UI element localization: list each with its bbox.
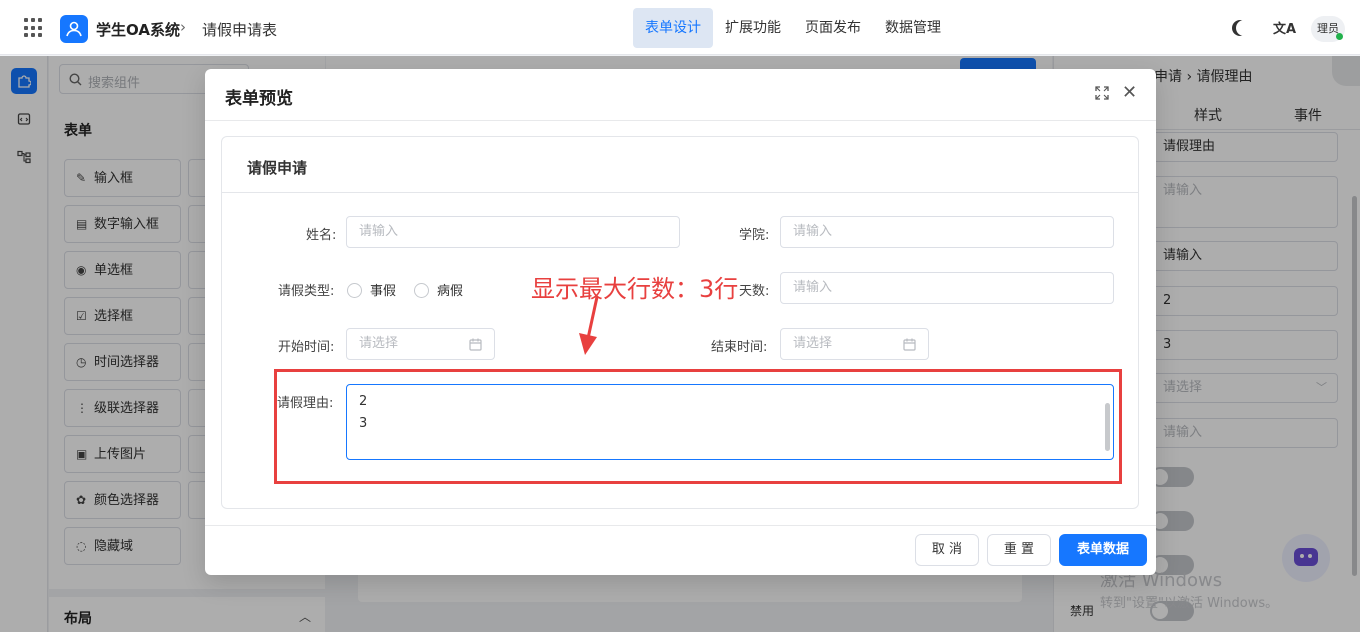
picker-placeholder: 请选择 xyxy=(359,336,399,351)
top-header: 学生OA系统 › 请假申请表 表单设计 扩展功能 页面发布 数据管理 文A 理员 xyxy=(0,0,1360,55)
textarea-line: 3 xyxy=(359,416,368,431)
radio-label: 病假 xyxy=(437,284,464,299)
calendar-icon xyxy=(469,338,482,351)
name-input[interactable]: 请输入 xyxy=(346,216,680,248)
radio-circle xyxy=(414,283,429,298)
nav-data-management[interactable]: 数据管理 xyxy=(873,8,953,48)
divider xyxy=(222,192,1138,193)
textarea-line: 2 xyxy=(359,394,368,409)
page-title: 请假申请表 xyxy=(202,21,278,39)
close-icon[interactable]: ✕ xyxy=(1122,82,1137,103)
apps-grid-icon[interactable] xyxy=(24,18,44,38)
label-name: 姓名: xyxy=(306,228,337,243)
leave-reason-textarea[interactable]: 2 3 xyxy=(346,384,1114,460)
label-leave-reason: 请假理由: xyxy=(277,396,334,411)
calendar-icon xyxy=(903,338,916,351)
radio-label: 事假 xyxy=(370,284,397,299)
radio-sick-leave[interactable]: 病假 xyxy=(414,280,463,299)
user-label: 理员 xyxy=(1317,22,1339,35)
breadcrumb-separator: › xyxy=(180,18,186,36)
nav-page-publish[interactable]: 页面发布 xyxy=(793,8,873,48)
divider xyxy=(205,525,1156,526)
app-name[interactable]: 学生OA系统 xyxy=(96,19,180,40)
label-start-time: 开始时间: xyxy=(278,340,335,355)
days-input[interactable]: 请输入 xyxy=(780,272,1114,304)
label-college: 学院: xyxy=(739,228,770,243)
user-avatar[interactable]: 理员 xyxy=(1311,16,1345,42)
end-time-picker[interactable]: 请选择 xyxy=(780,328,929,360)
form-data-button[interactable]: 表单数据 xyxy=(1059,534,1147,566)
label-days: 天数: xyxy=(739,284,770,299)
label-end-time: 结束时间: xyxy=(711,340,768,355)
label-leave-type: 请假类型: xyxy=(278,284,335,299)
radio-personal-leave[interactable]: 事假 xyxy=(347,280,396,299)
dialog-title: 表单预览 xyxy=(225,89,293,109)
textarea-scrollbar[interactable] xyxy=(1105,403,1110,451)
divider xyxy=(205,120,1156,121)
app-logo-icon xyxy=(60,15,88,43)
form-preview-dialog: 表单预览 ✕ 请假申请 姓名: 请输入 学院: 请输入 请假类型: 事假 病假 … xyxy=(205,69,1156,575)
college-input[interactable]: 请输入 xyxy=(780,216,1114,248)
picker-placeholder: 请选择 xyxy=(793,336,833,351)
dark-mode-moon-icon[interactable] xyxy=(1236,20,1252,36)
cancel-button[interactable]: 取 消 xyxy=(915,534,979,566)
nav-extensions[interactable]: 扩展功能 xyxy=(713,8,793,48)
radio-circle xyxy=(347,283,362,298)
card-title: 请假申请 xyxy=(247,159,308,177)
top-nav: 表单设计 扩展功能 页面发布 数据管理 xyxy=(633,8,953,48)
language-translate-icon[interactable]: 文A xyxy=(1273,18,1296,37)
annotation-text: 显示最大行数：3行 xyxy=(531,275,739,303)
fullscreen-icon[interactable] xyxy=(1095,86,1109,100)
annotation-arrow-icon xyxy=(579,296,599,355)
reset-button[interactable]: 重 置 xyxy=(987,534,1051,566)
nav-form-design[interactable]: 表单设计 xyxy=(633,8,713,48)
start-time-picker[interactable]: 请选择 xyxy=(346,328,495,360)
online-status-dot xyxy=(1336,33,1343,40)
